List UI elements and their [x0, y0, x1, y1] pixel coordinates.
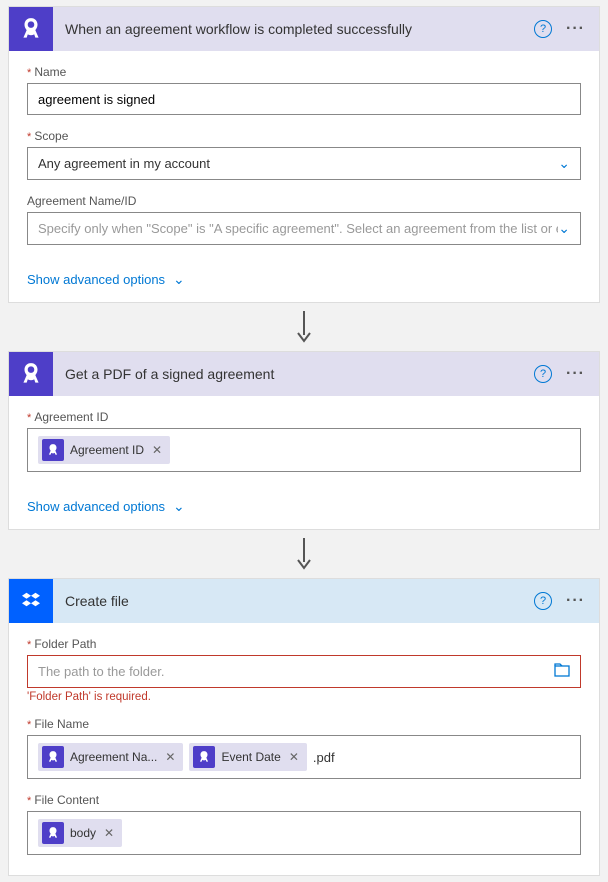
agreement-id-label: Agreement ID: [27, 410, 581, 424]
filename-suffix: .pdf: [313, 750, 335, 765]
token-remove-icon[interactable]: ✕: [287, 750, 299, 764]
more-icon[interactable]: ···: [566, 365, 585, 383]
chevron-down-icon: ⌄: [173, 498, 185, 515]
filename-label: File Name: [27, 717, 581, 731]
folder-path-input[interactable]: The path to the folder.: [27, 655, 581, 688]
chevron-down-icon: ⌄: [558, 155, 570, 172]
more-icon[interactable]: ···: [566, 20, 585, 38]
adobe-sign-icon: [193, 746, 215, 768]
action-card-pdf: Get a PDF of a signed agreement ? ··· Ag…: [8, 351, 600, 530]
connector-arrow: [0, 309, 608, 345]
action-pdf-header[interactable]: Get a PDF of a signed agreement ? ···: [9, 352, 599, 396]
scope-value: Any agreement in my account: [38, 156, 210, 171]
name-label: Name: [27, 65, 581, 79]
scope-label: Scope: [27, 129, 581, 143]
dropbox-icon: [9, 579, 53, 623]
action-createfile-header[interactable]: Create file ? ···: [9, 579, 599, 623]
help-icon[interactable]: ?: [534, 365, 552, 383]
adobe-sign-icon: [9, 352, 53, 396]
trigger-header[interactable]: When an agreement workflow is completed …: [9, 7, 599, 51]
agreement-id-input[interactable]: Agreement ID ✕: [27, 428, 581, 472]
name-input[interactable]: [27, 83, 581, 115]
token-event-date[interactable]: Event Date ✕: [189, 743, 306, 771]
filename-input[interactable]: Agreement Na... ✕ Event Date ✕ .pdf: [27, 735, 581, 779]
name-value[interactable]: [38, 92, 570, 107]
token-remove-icon[interactable]: ✕: [102, 826, 114, 840]
chevron-down-icon: ⌄: [558, 220, 570, 237]
trigger-card: When an agreement workflow is completed …: [8, 6, 600, 303]
show-advanced-link[interactable]: Show advanced options ⌄: [9, 492, 599, 529]
token-body[interactable]: body ✕: [38, 819, 122, 847]
agreement-placeholder: Specify only when "Scope" is "A specific…: [38, 221, 558, 236]
folder-path-error: 'Folder Path' is required.: [27, 691, 581, 703]
folder-path-label: Folder Path: [27, 637, 581, 651]
help-icon[interactable]: ?: [534, 20, 552, 38]
scope-select[interactable]: Any agreement in my account ⌄: [27, 147, 581, 180]
adobe-sign-icon: [42, 439, 64, 461]
adobe-sign-icon: [42, 822, 64, 844]
trigger-title: When an agreement workflow is completed …: [53, 21, 534, 37]
filecontent-input[interactable]: body ✕: [27, 811, 581, 855]
action-createfile-title: Create file: [53, 593, 534, 609]
token-remove-icon[interactable]: ✕: [163, 750, 175, 764]
adobe-sign-icon: [42, 746, 64, 768]
chevron-down-icon: ⌄: [173, 271, 185, 288]
agreement-select[interactable]: Specify only when "Scope" is "A specific…: [27, 212, 581, 245]
connector-arrow: [0, 536, 608, 572]
action-card-createfile: Create file ? ··· Folder Path The path t…: [8, 578, 600, 876]
more-icon[interactable]: ···: [566, 592, 585, 610]
agreement-label: Agreement Name/ID: [27, 194, 581, 208]
adobe-sign-icon: [9, 7, 53, 51]
token-remove-icon[interactable]: ✕: [150, 443, 162, 457]
help-icon[interactable]: ?: [534, 592, 552, 610]
show-advanced-link[interactable]: Show advanced options ⌄: [9, 265, 599, 302]
folder-path-placeholder: The path to the folder.: [38, 664, 164, 679]
token-agreement-name[interactable]: Agreement Na... ✕: [38, 743, 183, 771]
filecontent-label: File Content: [27, 793, 581, 807]
token-agreement-id[interactable]: Agreement ID ✕: [38, 436, 170, 464]
folder-picker-icon[interactable]: [554, 663, 570, 680]
action-pdf-title: Get a PDF of a signed agreement: [53, 366, 534, 382]
